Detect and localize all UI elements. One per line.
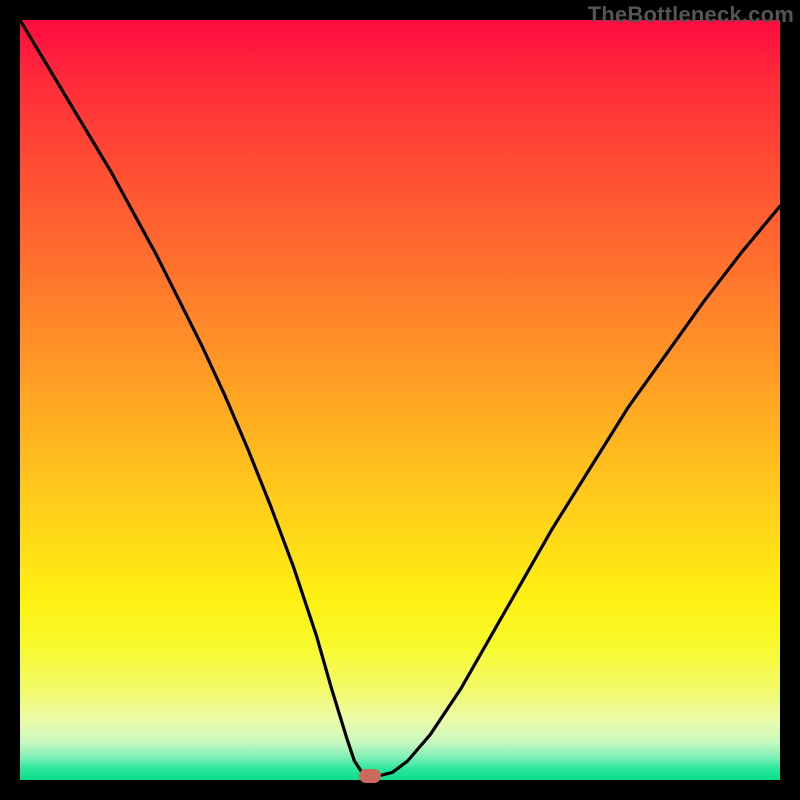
chart-frame <box>20 20 780 780</box>
optimal-marker <box>359 769 381 783</box>
bottleneck-curve <box>20 20 780 780</box>
watermark-text: TheBottleneck.com <box>588 2 794 28</box>
